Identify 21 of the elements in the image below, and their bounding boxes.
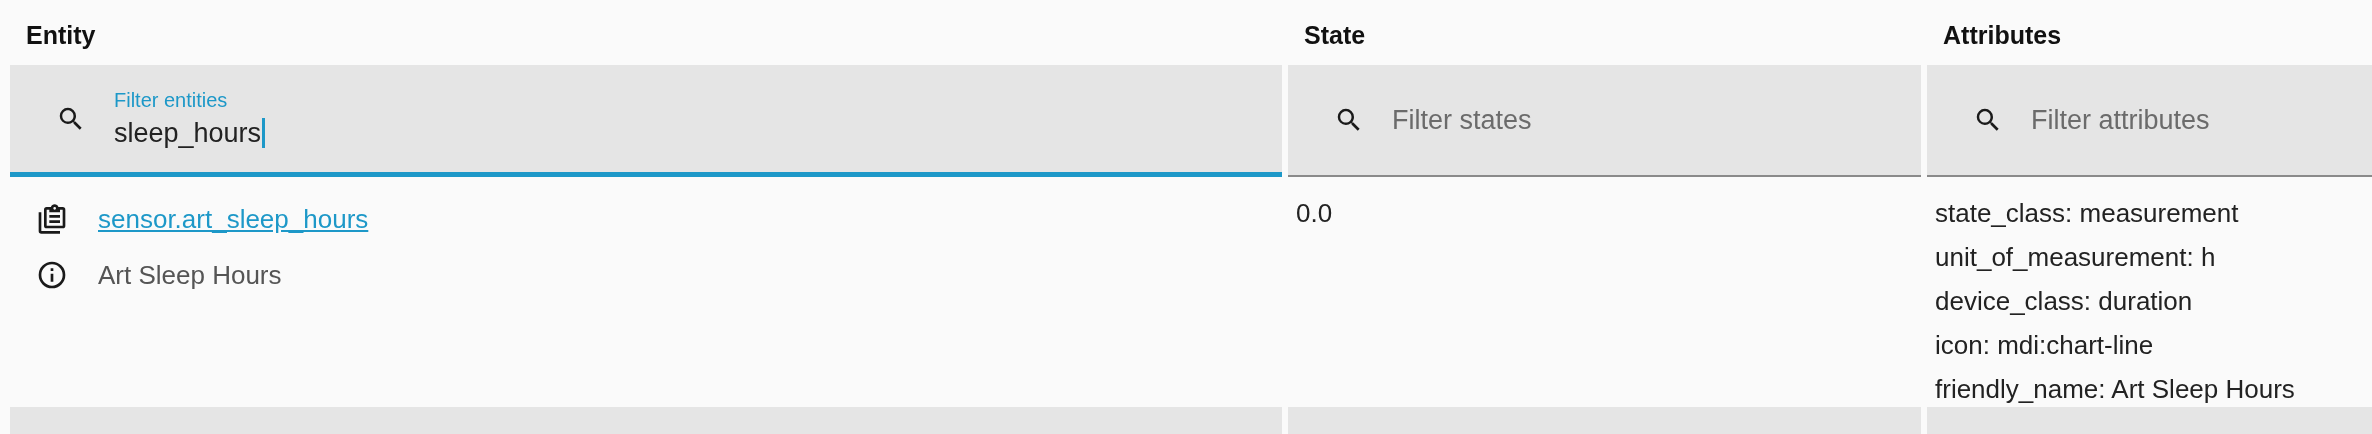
info-icon	[36, 259, 68, 291]
attribute-line: friendly_name: Art Sleep Hours	[1934, 373, 2296, 406]
column-header: State	[1304, 21, 1366, 50]
column-header: Attributes	[1943, 21, 2062, 50]
field-label: Filter entities	[114, 88, 229, 112]
field-placeholder: Filter states	[1392, 104, 1532, 136]
friendly-name: Art Sleep Hours	[98, 259, 282, 291]
clipboard-icon	[36, 202, 68, 236]
field-value: sleep_hours	[114, 117, 266, 149]
attribute-line: unit_of_measurement: h	[1934, 241, 2217, 274]
field-placeholder: Filter attributes	[2031, 104, 2210, 136]
entity-link[interactable]: sensor.art_sleep_hours	[98, 203, 369, 235]
column-header: Entity	[26, 21, 96, 50]
state-value: 0.0	[1295, 198, 1333, 228]
text-cursor	[262, 118, 266, 148]
attribute-line: icon: mdi:chart-line	[1934, 329, 2155, 362]
attribute-line: state_class: measurement	[1934, 197, 2240, 230]
filter-field[interactable]: Filter attributes	[1927, 65, 2372, 177]
attribute-line: device_class: duration	[1934, 285, 2194, 318]
filter-field[interactable]: Filter states	[1288, 65, 1921, 177]
filter-field[interactable]: Filter entities sleep_hours	[10, 65, 1282, 177]
